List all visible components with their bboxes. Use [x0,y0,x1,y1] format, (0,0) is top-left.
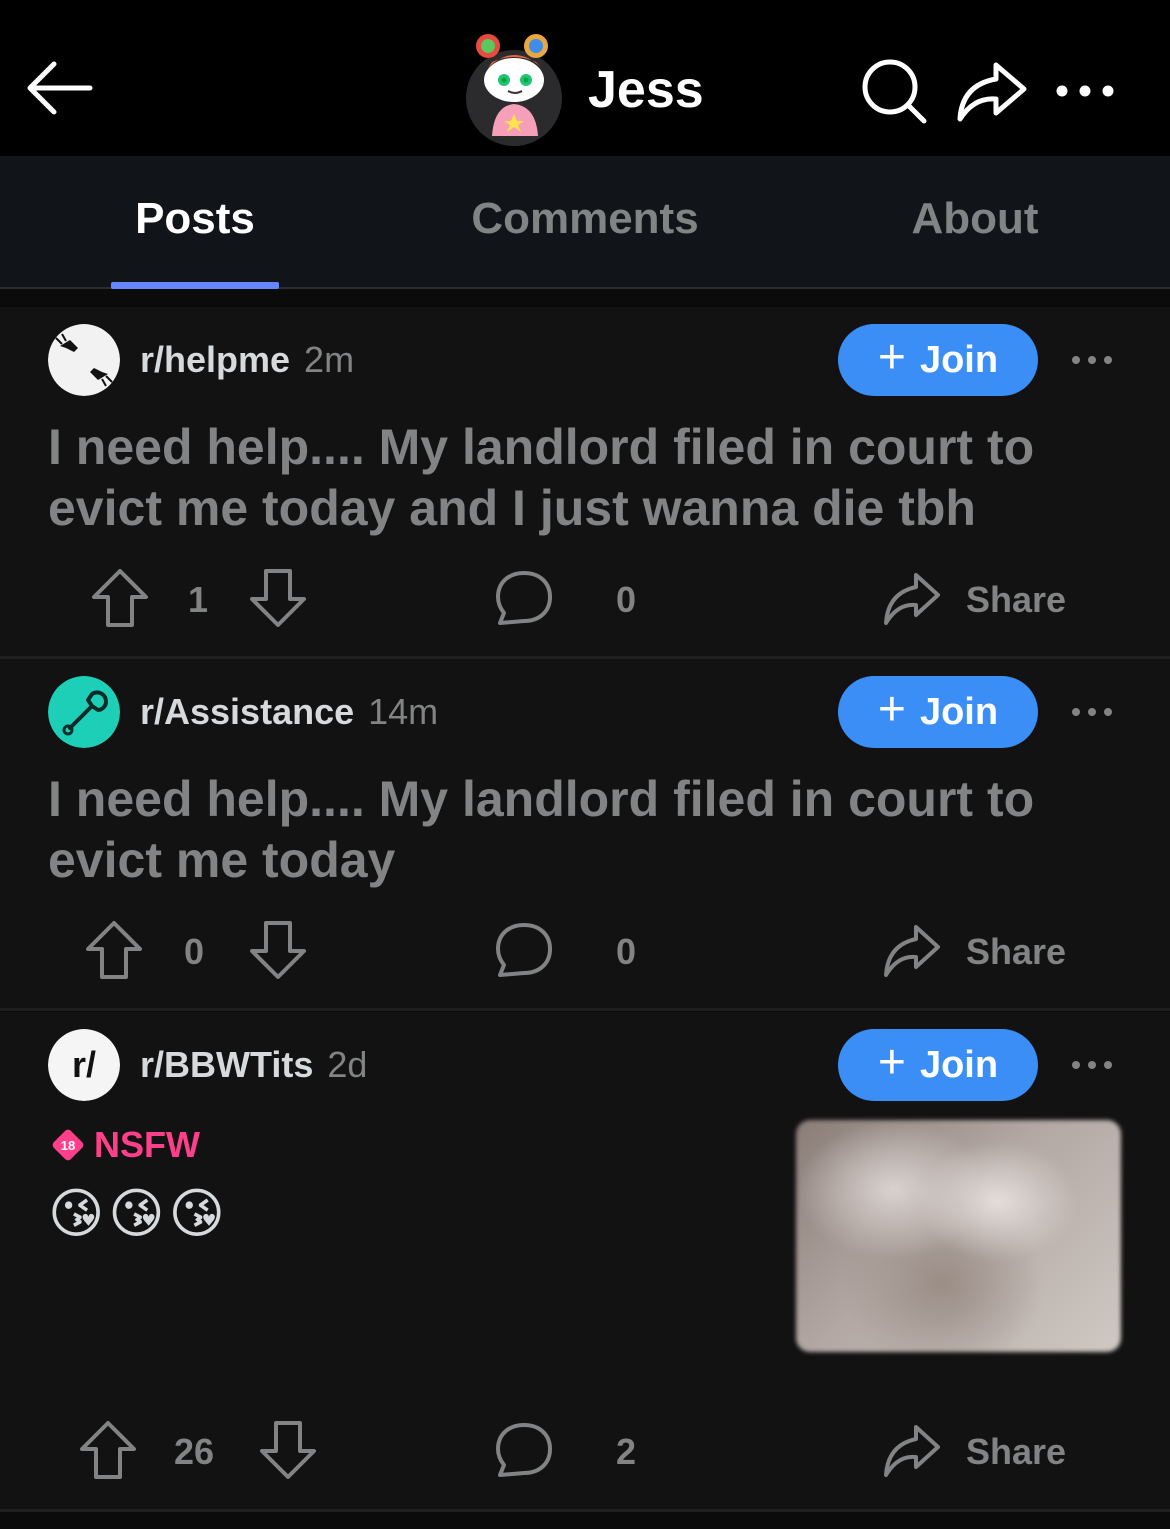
post-more-icon[interactable] [1070,697,1114,727]
upvote-icon[interactable] [84,919,144,986]
tab-posts[interactable]: Posts [110,194,280,244]
join-button[interactable]: + Join [838,324,1038,396]
post-divider [0,1008,1170,1011]
share-icon[interactable] [880,921,942,986]
nsfw-label: NSFW [94,1124,200,1165]
vote-count: 26 [174,1431,215,1472]
subreddit-name[interactable]: r/Assistance 14m [140,691,438,733]
post-time: 2d [327,1044,368,1085]
post-actions: 0 0 Share [0,917,1170,987]
share-label[interactable]: Share [966,1431,1066,1473]
post-body[interactable]: 😘😘😘 [48,1182,229,1245]
profile-username: Jess [588,61,704,119]
share-label[interactable]: Share [966,931,1066,973]
subreddit-name[interactable]: r/BBWTits 2d [140,1044,367,1086]
tab-about[interactable]: About [880,194,1070,244]
comment-count: 0 [616,931,637,972]
join-button[interactable]: + Join [838,1029,1038,1101]
post-title[interactable]: I need help.... My landlord filed in cou… [48,769,1048,891]
comment-count: 0 [616,579,637,620]
downvote-icon[interactable] [258,1419,318,1486]
post-card[interactable]: r/Assistance 14m + Join I need help.... My… [0,659,1170,1008]
comment-icon[interactable] [494,919,554,986]
post-card[interactable]: r/ r/BBWTits2d +Join 18 NSFW 😘😘😘 26 2 [0,1012,1170,1509]
search-icon[interactable] [858,55,930,127]
back-arrow-icon[interactable] [24,52,96,124]
feed-gap [0,289,1170,307]
subreddit-name[interactable]: r/helpme 2m [140,339,354,381]
avatar[interactable] [466,34,566,146]
post-actions: 1 0 Share [0,565,1170,635]
downvote-icon[interactable] [248,567,308,634]
share-label[interactable]: Share [966,579,1066,621]
blurred-thumbnail[interactable] [796,1120,1121,1352]
share-icon[interactable] [880,1421,942,1486]
vote-count: 0 [184,931,205,972]
vote-count: 1 [188,579,209,620]
join-button[interactable]: + Join [838,676,1038,748]
post-divider [0,1509,1170,1512]
share-icon[interactable] [952,55,1030,127]
subreddit-icon-helpme[interactable] [48,324,120,396]
post-title[interactable]: I need help.... My landlord filed in cou… [48,417,1048,539]
comment-icon[interactable] [494,567,554,634]
comment-icon[interactable] [494,1419,554,1486]
subreddit-icon-assistance[interactable] [48,676,120,748]
post-actions: 26 2 Share [0,1417,1170,1487]
active-tab-indicator [111,282,279,289]
comment-count: 2 [616,1431,637,1472]
post-more-icon[interactable] [1070,1050,1114,1080]
nsfw-18-icon: 18 [52,1129,84,1161]
nsfw-tag: 18 NSFW [48,1124,200,1166]
upvote-icon[interactable] [90,567,150,634]
share-icon[interactable] [880,569,942,634]
svg-text:r/: r/ [72,1044,96,1085]
upvote-icon[interactable] [78,1419,138,1486]
post-time: 14m [368,691,439,732]
profile-tabs: Posts Comments About [0,156,1170,289]
post-more-icon[interactable] [1070,345,1114,375]
tab-comments[interactable]: Comments [430,194,740,244]
post-card[interactable]: r/helpme 2m + Join I need help.... My land… [0,307,1170,656]
more-options-icon[interactable] [1050,66,1120,116]
subreddit-icon-default[interactable]: r/ [48,1029,120,1101]
post-time: 2m [304,339,355,380]
downvote-icon[interactable] [248,919,308,986]
svg-text:18: 18 [61,1138,75,1153]
top-bar: Jess [0,0,1170,156]
